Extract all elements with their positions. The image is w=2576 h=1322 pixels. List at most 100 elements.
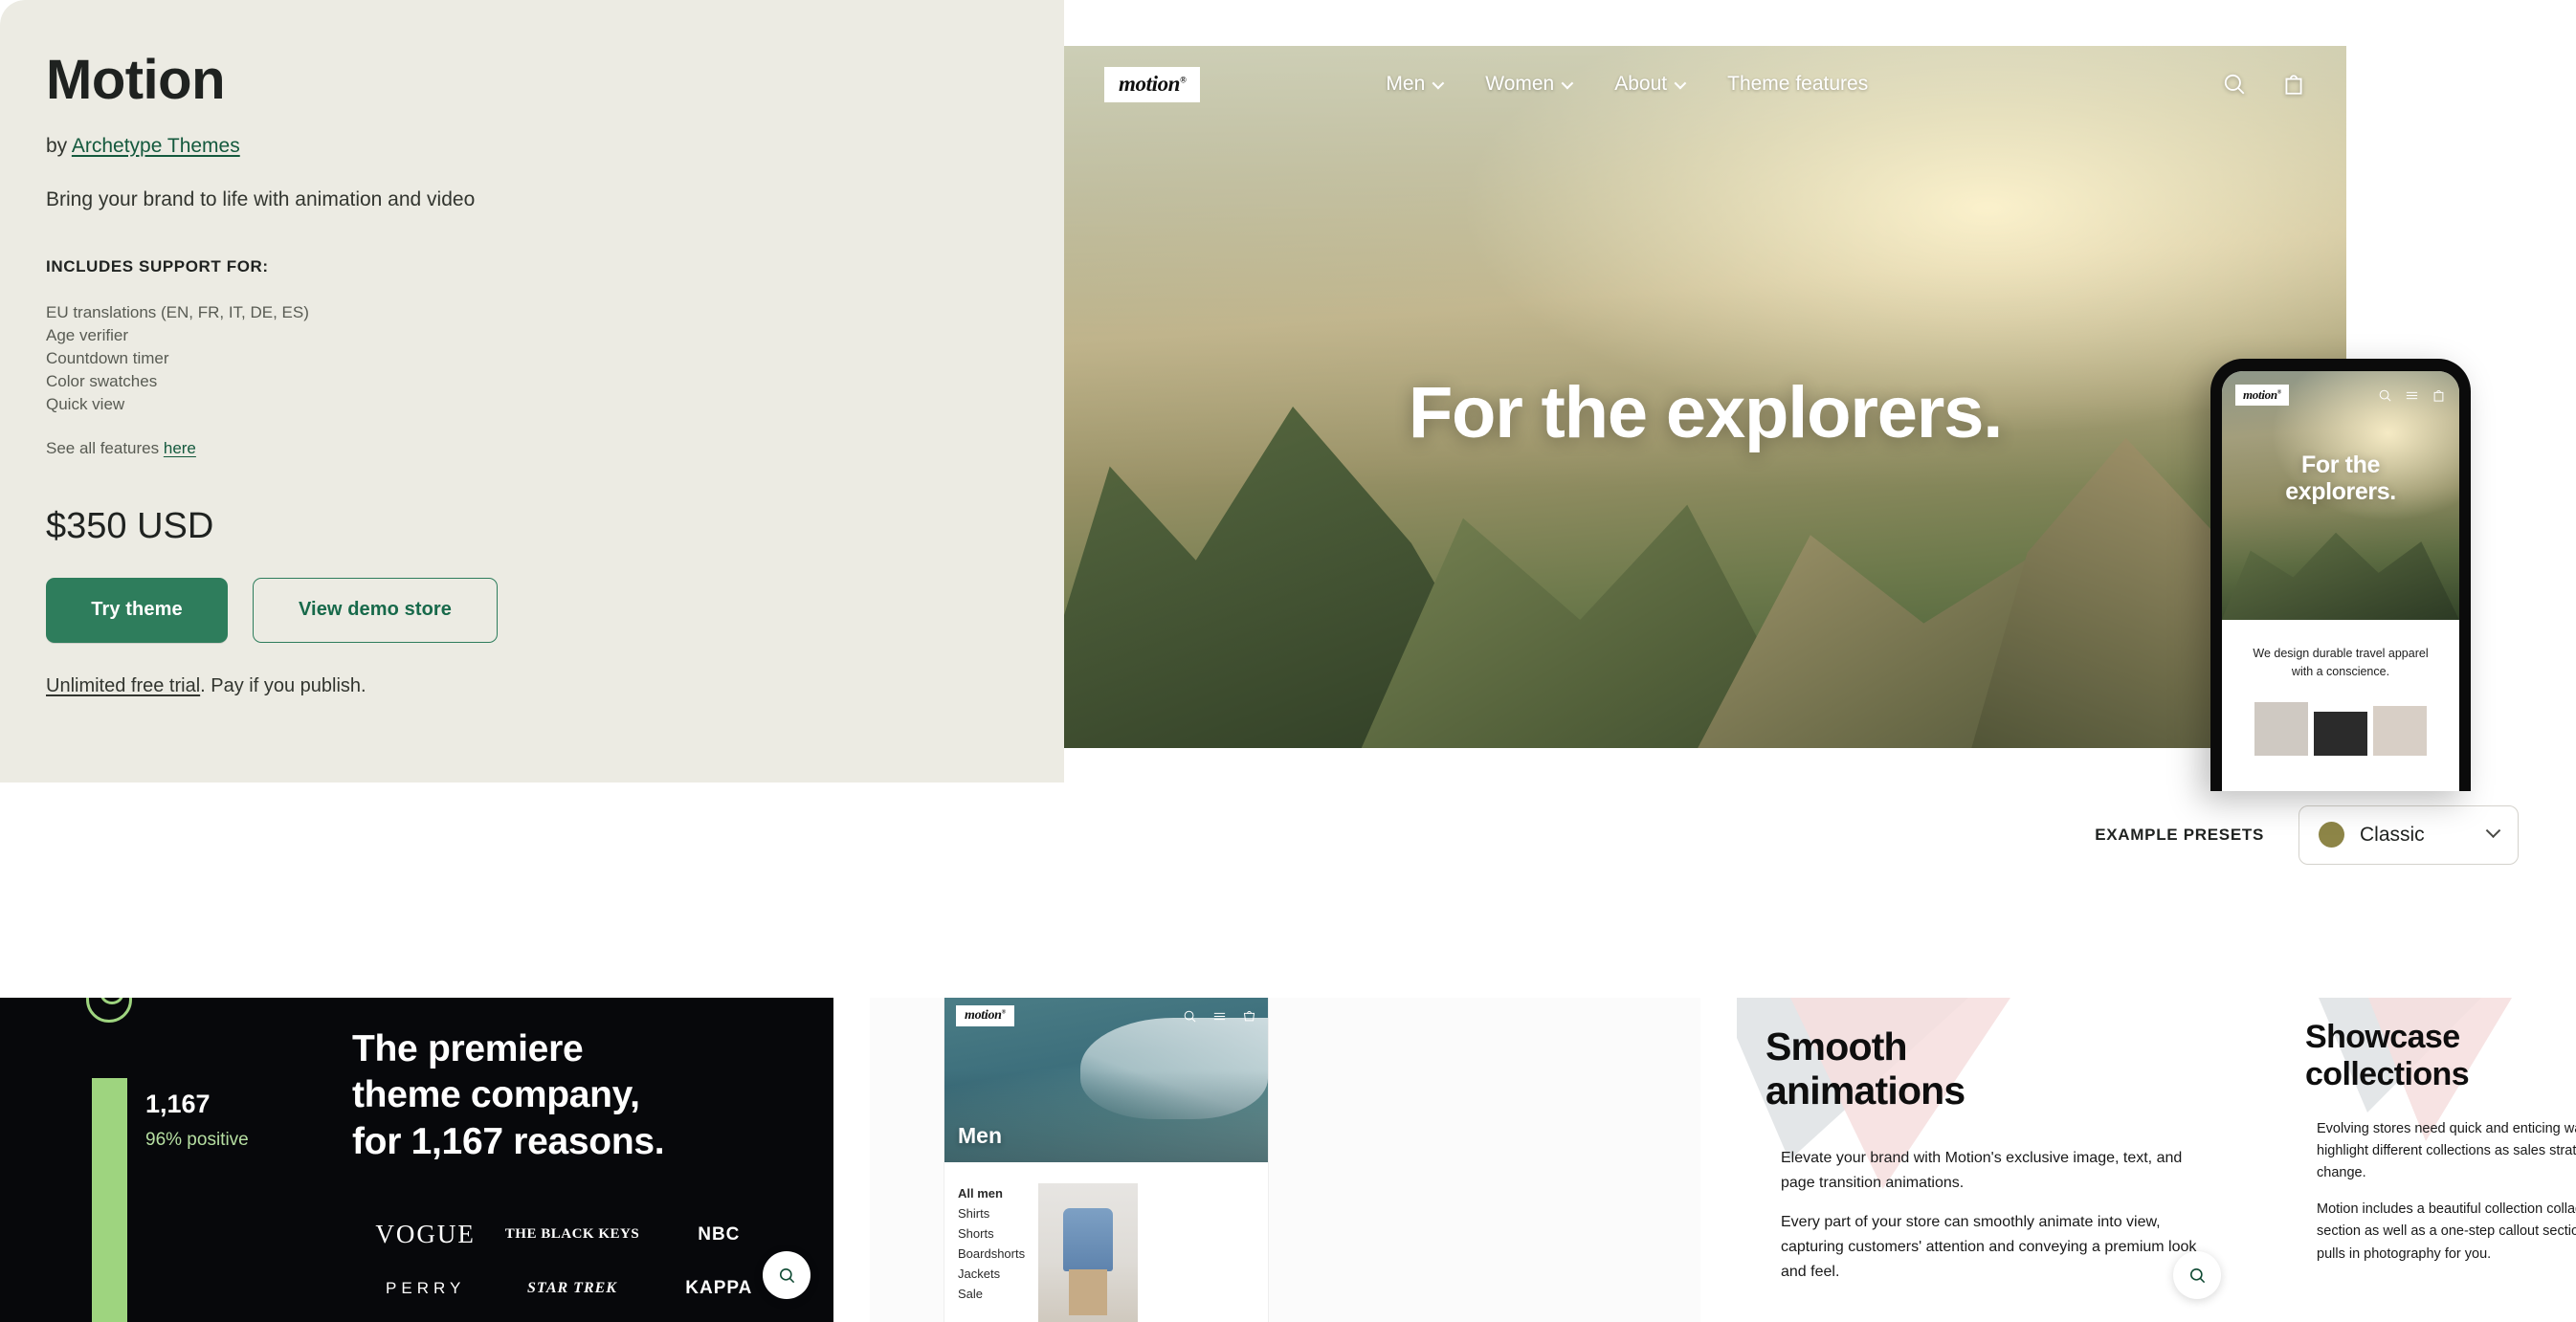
animations-title-line2: animations <box>1765 1069 1965 1113</box>
chevron-down-icon <box>2485 823 2501 839</box>
men-link-list: All men Shirts Shorts Boardshorts Jacket… <box>958 1183 1025 1322</box>
phone-mountain-shape <box>2222 532 2459 620</box>
by-label: by <box>46 134 72 157</box>
theme-tagline: Bring your brand to life with animation … <box>46 187 476 210</box>
nav-item-label: Theme features <box>1727 73 1869 95</box>
feature-list: EU translations (EN, FR, IT, DE, ES) Age… <box>46 301 1064 416</box>
showcase-paragraph-1: Evolving stores need quick and enticing … <box>2317 1120 2576 1181</box>
zoom-button[interactable] <box>763 1251 811 1299</box>
phone-body: We design durable travel apparel with a … <box>2222 620 2459 756</box>
phone-hero-image: motion® For the explorers. <box>2222 371 2459 620</box>
cart-icon[interactable] <box>1242 1009 1256 1024</box>
preset-select[interactable]: Classic <box>2298 804 2519 865</box>
phone-headline: For the explorers. <box>2222 452 2459 505</box>
showcase-body: Evolving stores need quick and enticing … <box>2305 1118 2576 1267</box>
brand-logo-nbc: NBC <box>698 1223 741 1245</box>
preview-nav-icons <box>2222 72 2306 97</box>
showcase-title-line2: collections <box>2305 1055 2470 1092</box>
nav-item-label: About <box>1614 73 1668 95</box>
preset-selected-value: Classic <box>2360 823 2425 846</box>
search-icon[interactable] <box>2222 72 2247 97</box>
chevron-down-icon <box>1674 77 1687 89</box>
brand-logo-kappa: KAPPA <box>685 1278 753 1298</box>
cart-icon[interactable] <box>2281 72 2306 97</box>
view-demo-store-button[interactable]: View demo store <box>253 577 498 643</box>
nav-item-women[interactable]: Women <box>1485 73 1574 96</box>
cart-icon[interactable] <box>2432 388 2446 403</box>
page-title: Motion <box>46 49 226 111</box>
author-link[interactable]: Archetype Themes <box>72 135 240 157</box>
theme-info-pane: Motion by Archetype Themes Bring your br… <box>0 0 1064 782</box>
gallery-tile-smooth-animations[interactable]: Smooth animations Elevate your brand wit… <box>1737 998 2244 1322</box>
thumbnail <box>2254 701 2308 756</box>
zoom-button[interactable] <box>2173 1251 2221 1299</box>
mobile-preview[interactable]: motion® For the explorers. We design dur… <box>2210 359 2471 791</box>
list-item[interactable]: Shirts <box>958 1203 1025 1223</box>
search-icon[interactable] <box>1183 1009 1197 1024</box>
review-positive-percent: 96% positive <box>145 1130 249 1150</box>
list-item[interactable]: Sale <box>958 1284 1025 1304</box>
brand-logo-grid: VOGUE THE BLACK KEYS NBC PERRY STAR TREK… <box>352 1220 792 1299</box>
nav-item-label: Women <box>1485 73 1555 95</box>
theme-detail-card: Motion by Archetype Themes Bring your br… <box>0 0 2576 887</box>
preview-nav-menu: Men Women About Theme features <box>1386 73 1868 96</box>
example-presets-bar: EXAMPLE PRESETS Classic <box>0 782 2576 887</box>
gallery-tile-men-collection[interactable]: motion® Men All men Shirts Shorts Boards… <box>870 998 1700 1322</box>
see-all-features-link[interactable]: here <box>164 439 196 457</box>
showcase-title: Showcase collections <box>2305 1019 2576 1093</box>
reviews-headline-line2: theme company, <box>352 1074 640 1116</box>
animations-paragraph-1: Elevate your brand with Motion's exclusi… <box>1781 1149 2183 1191</box>
list-item: Age verifier <box>46 325 128 344</box>
preview-navbar: motion® Men Women About Theme features <box>1064 46 2346 122</box>
showcase-paragraph-2: Motion includes a beautiful collection c… <box>2317 1201 2576 1262</box>
phone-screen: motion® For the explorers. We design dur… <box>2222 371 2459 791</box>
search-icon[interactable] <box>2378 388 2392 403</box>
brand-logo-star-trek: STAR TREK <box>527 1280 617 1296</box>
smiley-badge-icon <box>86 998 132 1023</box>
motion-logo[interactable]: motion® <box>956 1005 1014 1026</box>
cta-button-row: Try theme View demo store <box>46 577 1064 643</box>
chevron-down-icon <box>1561 77 1574 89</box>
see-all-label: See all features <box>46 438 164 457</box>
theme-price: $350 USD <box>46 505 214 546</box>
desktop-preview[interactable]: motion® Men Women About Theme features F… <box>1064 46 2346 782</box>
brand-logo-perry: PERRY <box>386 1279 466 1297</box>
unlimited-free-trial-link[interactable]: Unlimited free trial <box>46 675 200 696</box>
screenshot-gallery: 1,167 96% positive The premiere theme co… <box>0 998 2576 1322</box>
gallery-tile-reviews[interactable]: 1,167 96% positive The premiere theme co… <box>0 998 833 1322</box>
example-presets-label: EXAMPLE PRESETS <box>2095 825 2264 844</box>
list-item[interactable]: All men <box>958 1183 1025 1203</box>
theme-author-line: by Archetype Themes <box>46 135 1064 158</box>
motion-logo[interactable]: motion® <box>1104 66 1201 102</box>
animations-title: Smooth animations <box>1765 1025 2206 1113</box>
nav-item-about[interactable]: About <box>1614 73 1687 96</box>
gallery-tile-showcase-collections[interactable]: Showcase collections Evolving stores nee… <box>2280 998 2576 1322</box>
motion-logo[interactable]: motion® <box>2235 385 2289 406</box>
list-item[interactable]: Shorts <box>958 1223 1025 1244</box>
wave-shape <box>1079 1017 1268 1120</box>
list-item[interactable]: Boardshorts <box>958 1244 1025 1264</box>
logo-text: motion <box>2243 387 2277 402</box>
rating-bar <box>92 1078 127 1322</box>
men-nav-icons <box>1183 1009 1256 1024</box>
men-lower-section: All men Shirts Shorts Boardshorts Jacket… <box>944 1162 1268 1322</box>
preview-bottom-strip <box>1064 748 2346 782</box>
nav-item-theme-features[interactable]: Theme features <box>1727 73 1868 96</box>
list-item[interactable]: Jackets <box>958 1264 1025 1284</box>
menu-icon[interactable] <box>2405 388 2419 403</box>
reviews-headline: The premiere theme company, for 1,167 re… <box>352 1026 665 1165</box>
menu-icon[interactable] <box>1212 1009 1227 1024</box>
product-image <box>1038 1183 1139 1322</box>
logo-registered-mark: ® <box>1001 1009 1007 1016</box>
logo-registered-mark: ® <box>1180 74 1187 84</box>
free-trial-note: Unlimited free trial. Pay if you publish… <box>46 675 1064 697</box>
trial-note-rest: . Pay if you publish. <box>200 674 366 696</box>
list-item: EU translations (EN, FR, IT, DE, ES) <box>46 302 309 321</box>
showcase-title-line1: Showcase <box>2305 1019 2460 1055</box>
nav-item-men[interactable]: Men <box>1386 73 1445 96</box>
list-item: Countdown timer <box>46 348 169 367</box>
see-all-features: See all features here <box>46 439 1064 458</box>
try-theme-button[interactable]: Try theme <box>46 577 228 643</box>
reviews-headline-line1: The premiere <box>352 1028 584 1069</box>
men-navbar: motion® <box>944 1005 1268 1026</box>
